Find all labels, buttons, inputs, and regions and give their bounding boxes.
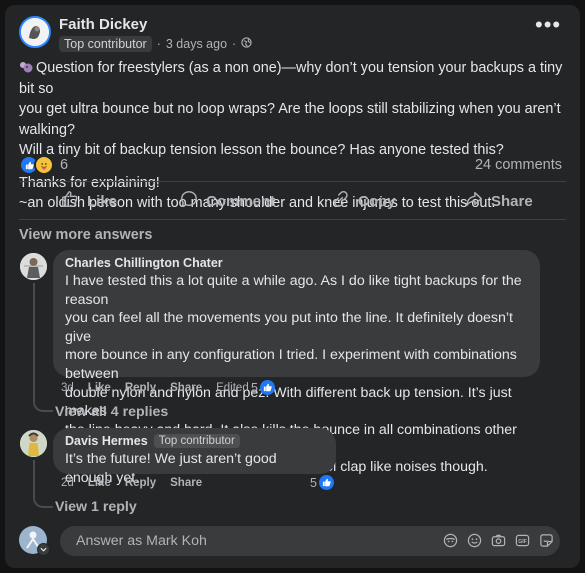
gif-icon[interactable]: GIF xyxy=(514,532,530,548)
comment-label: Comment xyxy=(206,192,276,210)
meta-separator: · xyxy=(156,37,161,51)
view-replies-link[interactable]: View 1 reply xyxy=(55,499,137,515)
comment-line: I have tested this a lot quite a while a… xyxy=(65,273,522,308)
divider xyxy=(19,219,566,220)
divider xyxy=(19,181,566,182)
comment-header: Davis Hermes Top contributor xyxy=(65,434,324,448)
thread-connector xyxy=(33,283,53,412)
comment-input-box: GIF xyxy=(60,526,560,556)
thread-connector xyxy=(33,460,53,508)
chevron-down-icon[interactable] xyxy=(37,543,50,556)
like-button[interactable]: Like xyxy=(61,187,117,215)
comment-actions: 3d Like Reply Share Edited xyxy=(61,382,249,394)
comment-line: you can feel all the movements you put i… xyxy=(65,310,513,345)
comment-reply-button[interactable]: Reply xyxy=(125,382,156,394)
author-avatar[interactable] xyxy=(19,16,51,48)
edited-label: Edited xyxy=(216,382,249,394)
comment-reply-button[interactable]: Reply xyxy=(125,477,156,489)
comment-like-button[interactable]: Like xyxy=(88,382,111,394)
reactions-summary[interactable]: 6 xyxy=(19,155,68,175)
reaction-count: 6 xyxy=(60,157,69,173)
comment-author[interactable]: Davis Hermes xyxy=(65,434,148,448)
comment-share-button[interactable]: Share xyxy=(170,382,202,394)
comment-reaction-count: 5 xyxy=(310,475,317,490)
comment-like-button[interactable]: Like xyxy=(88,477,111,489)
comment-bubble: Davis Hermes Top contributor It’s the fu… xyxy=(53,428,336,486)
comment-bubble: Charles Chillington Chater I have tested… xyxy=(53,250,540,475)
comment-timestamp[interactable]: 2d xyxy=(61,477,74,489)
link-icon xyxy=(332,190,350,212)
comments-count[interactable]: 24 comments xyxy=(475,157,562,173)
author-name[interactable]: Faith Dickey xyxy=(59,16,147,33)
globe-icon xyxy=(241,35,252,53)
view-replies-link[interactable]: View all 4 replies xyxy=(55,404,168,420)
post-body-line: you get ultra bounce but no loop wraps? … xyxy=(19,101,561,138)
more-options-button[interactable]: ••• xyxy=(535,14,561,36)
emoji-icon[interactable] xyxy=(466,532,482,548)
share-label: Share xyxy=(491,192,533,210)
like-reaction-icon xyxy=(259,380,275,395)
current-user-avatar[interactable] xyxy=(19,526,50,556)
copy-label: Copy xyxy=(358,192,396,210)
sticker-icon[interactable] xyxy=(538,532,554,548)
composer-icons: GIF xyxy=(442,532,554,548)
thumbs-up-icon xyxy=(61,190,79,212)
copy-button[interactable]: Copy xyxy=(332,187,396,215)
comment-share-button[interactable]: Share xyxy=(170,477,202,489)
meta-separator: · xyxy=(232,37,237,51)
comment-line: more bounce in any configuration I tried… xyxy=(65,347,517,382)
comment-reaction-summary[interactable]: 5 xyxy=(310,475,334,490)
comment-author[interactable]: Charles Chillington Chater xyxy=(65,256,528,270)
commenter-avatar[interactable] xyxy=(20,253,47,280)
share-button[interactable]: Share xyxy=(465,187,533,215)
comment-input[interactable] xyxy=(74,532,438,550)
comment-actions: 2d Like Reply Share xyxy=(61,477,202,489)
like-label: Like xyxy=(87,192,118,210)
post-card: Faith Dickey Top contributor · 3 days ag… xyxy=(5,5,580,568)
camera-icon[interactable] xyxy=(490,532,506,548)
top-contributor-badge: Top contributor xyxy=(59,36,152,52)
svg-text:GIF: GIF xyxy=(518,538,527,544)
share-arrow-icon xyxy=(465,190,483,212)
comment-timestamp[interactable]: 3d xyxy=(61,382,74,394)
avatar-sticker-icon[interactable] xyxy=(442,532,458,548)
comment-button[interactable]: Comment xyxy=(180,187,275,215)
top-contributor-badge: Top contributor xyxy=(153,434,240,448)
comment-reaction-summary[interactable]: 5 xyxy=(251,380,275,395)
care-reaction-icon xyxy=(34,155,54,175)
mouse-emoji-icon xyxy=(19,60,33,74)
post-timestamp[interactable]: 3 days ago xyxy=(166,37,227,51)
comment-composer: GIF xyxy=(19,526,560,556)
post-body-line: Question for freestylers (as a non one)—… xyxy=(19,60,563,97)
view-more-answers-link[interactable]: View more answers xyxy=(19,227,152,243)
comment-bubble-icon xyxy=(180,190,198,212)
like-reaction-icon xyxy=(318,475,334,490)
comment-reaction-count: 5 xyxy=(251,380,258,395)
commenter-avatar[interactable] xyxy=(20,430,47,457)
post-meta: Top contributor · 3 days ago · xyxy=(59,35,252,53)
